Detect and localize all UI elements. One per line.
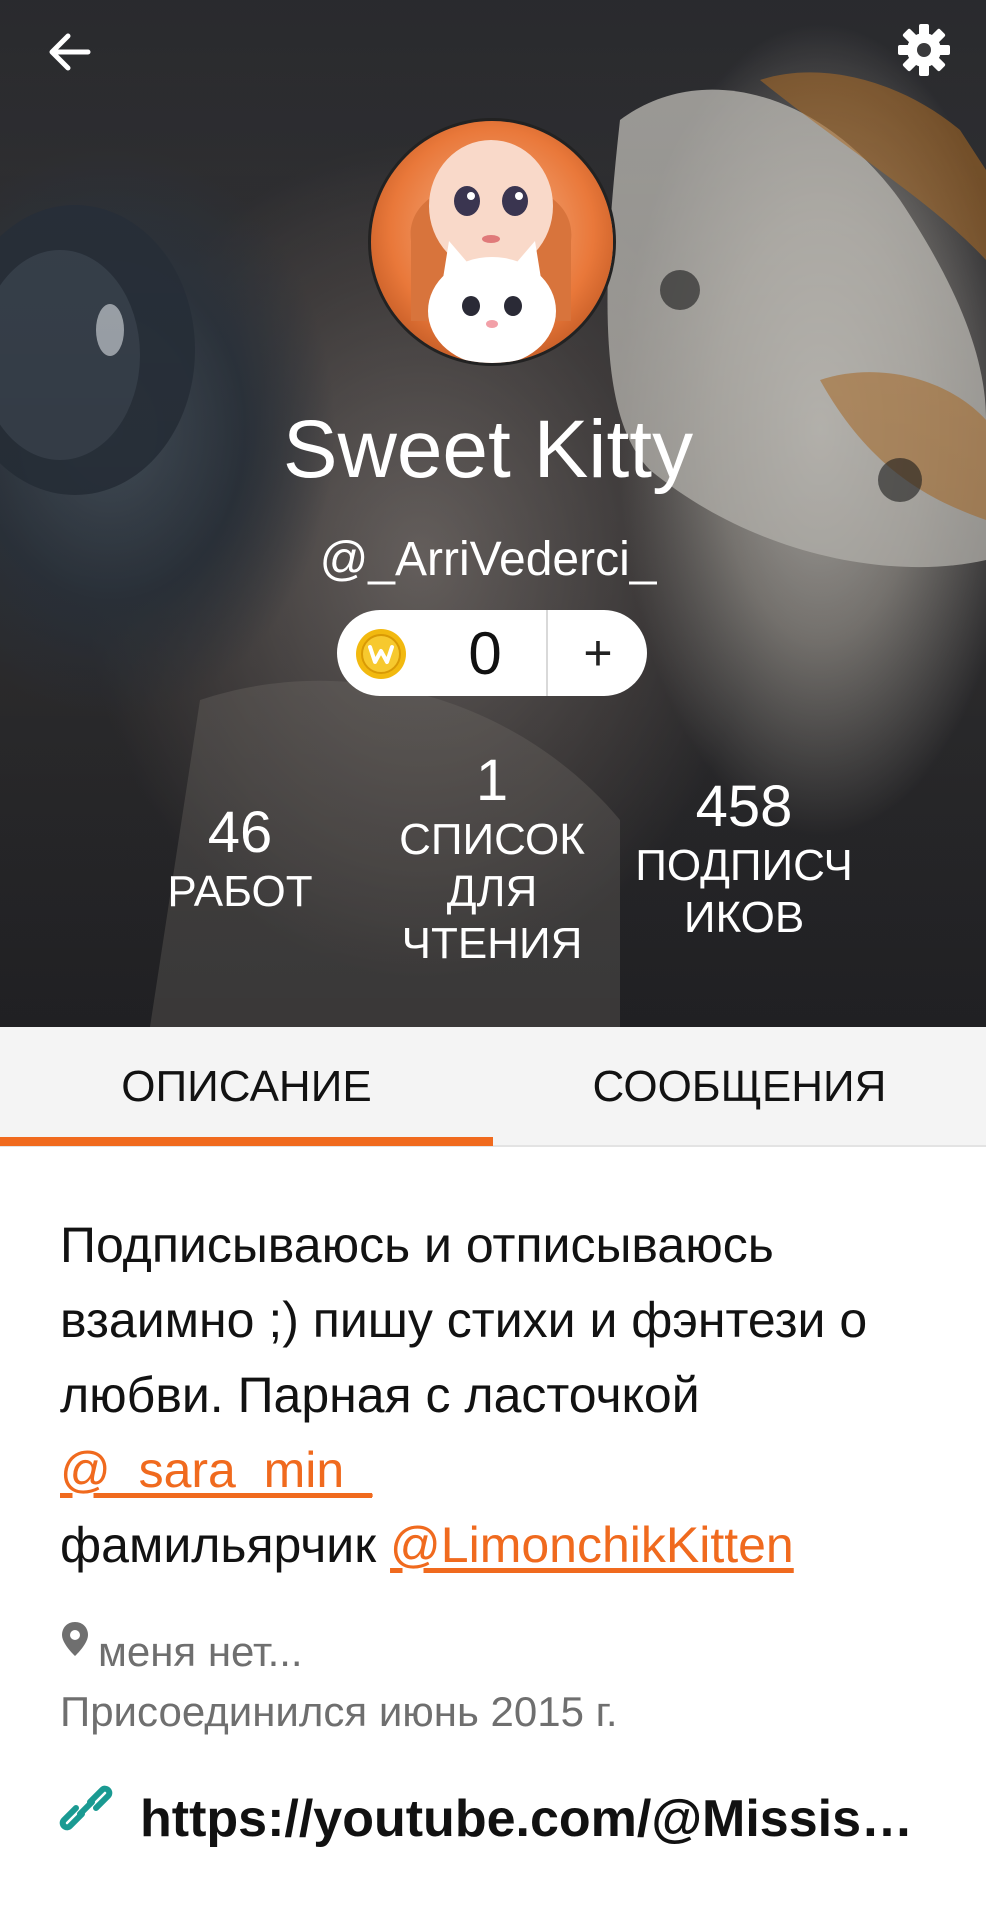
back-button[interactable] [44, 26, 96, 78]
stat-reading-lists-label-line: СПИСОК [399, 815, 585, 864]
stat-followers-label-line: ПОДПИСЧ [635, 841, 853, 890]
avatar[interactable] [368, 118, 616, 366]
bio-text-part: фамильярчик [60, 1517, 377, 1573]
username: @_ArriVederci_ [319, 533, 657, 586]
gear-icon [898, 24, 950, 76]
coin-count: 0 [468, 620, 502, 687]
stat-works-label: РАБОТ [167, 867, 313, 916]
mention-link[interactable]: @_sara_min_ [60, 1442, 372, 1498]
website-link[interactable]: https://youtube.com/@Missis_… [140, 1786, 920, 1852]
settings-button[interactable] [894, 20, 954, 80]
tab-about[interactable]: ОПИСАНИЕ [0, 1027, 493, 1147]
stat-followers-value: 458 [695, 774, 793, 839]
stat-reading-lists-value: 1 [475, 748, 509, 813]
joined-date: Присоединился июнь 2015 г. [60, 1688, 618, 1735]
stat-works-value: 46 [207, 800, 273, 865]
stat-reading-lists-label-line: ЧТЕНИЯ [401, 919, 583, 968]
coin-icon [356, 629, 406, 679]
stat-followers[interactable]: 458 ПОДПИСЧ ИКОВ [624, 774, 864, 944]
mention-link[interactable]: @LimonchikKitten [390, 1517, 794, 1573]
stat-works[interactable]: 46 РАБОТ [140, 800, 340, 918]
add-coins-button[interactable]: + [550, 612, 646, 694]
location-text: меня нет... [98, 1628, 303, 1675]
tab-messages[interactable]: СООБЩЕНИЯ [493, 1027, 986, 1147]
avatar-image [371, 121, 613, 363]
stat-reading-lists-label-line: ДЛЯ [446, 867, 538, 916]
bio-text-part: Подписываюсь и отписываюсь взаимно ;) пи… [60, 1217, 868, 1423]
profile-tabs: ОПИСАНИЕ СООБЩЕНИЯ [0, 1027, 986, 1147]
stat-followers-label-line: ИКОВ [683, 893, 805, 942]
link-icon [59, 1785, 113, 1831]
profile-name: Sweet Kitty [282, 404, 694, 495]
back-arrow-icon [49, 33, 91, 71]
stat-reading-lists[interactable]: 1 СПИСОК ДЛЯ ЧТЕНИЯ [382, 748, 602, 970]
coin-divider [546, 610, 548, 696]
active-tab-indicator [0, 1137, 493, 1146]
location-pin-icon [62, 1622, 88, 1656]
bio-text: Подписываюсь и отписываюсь взаимно ;) пи… [60, 1208, 940, 1583]
